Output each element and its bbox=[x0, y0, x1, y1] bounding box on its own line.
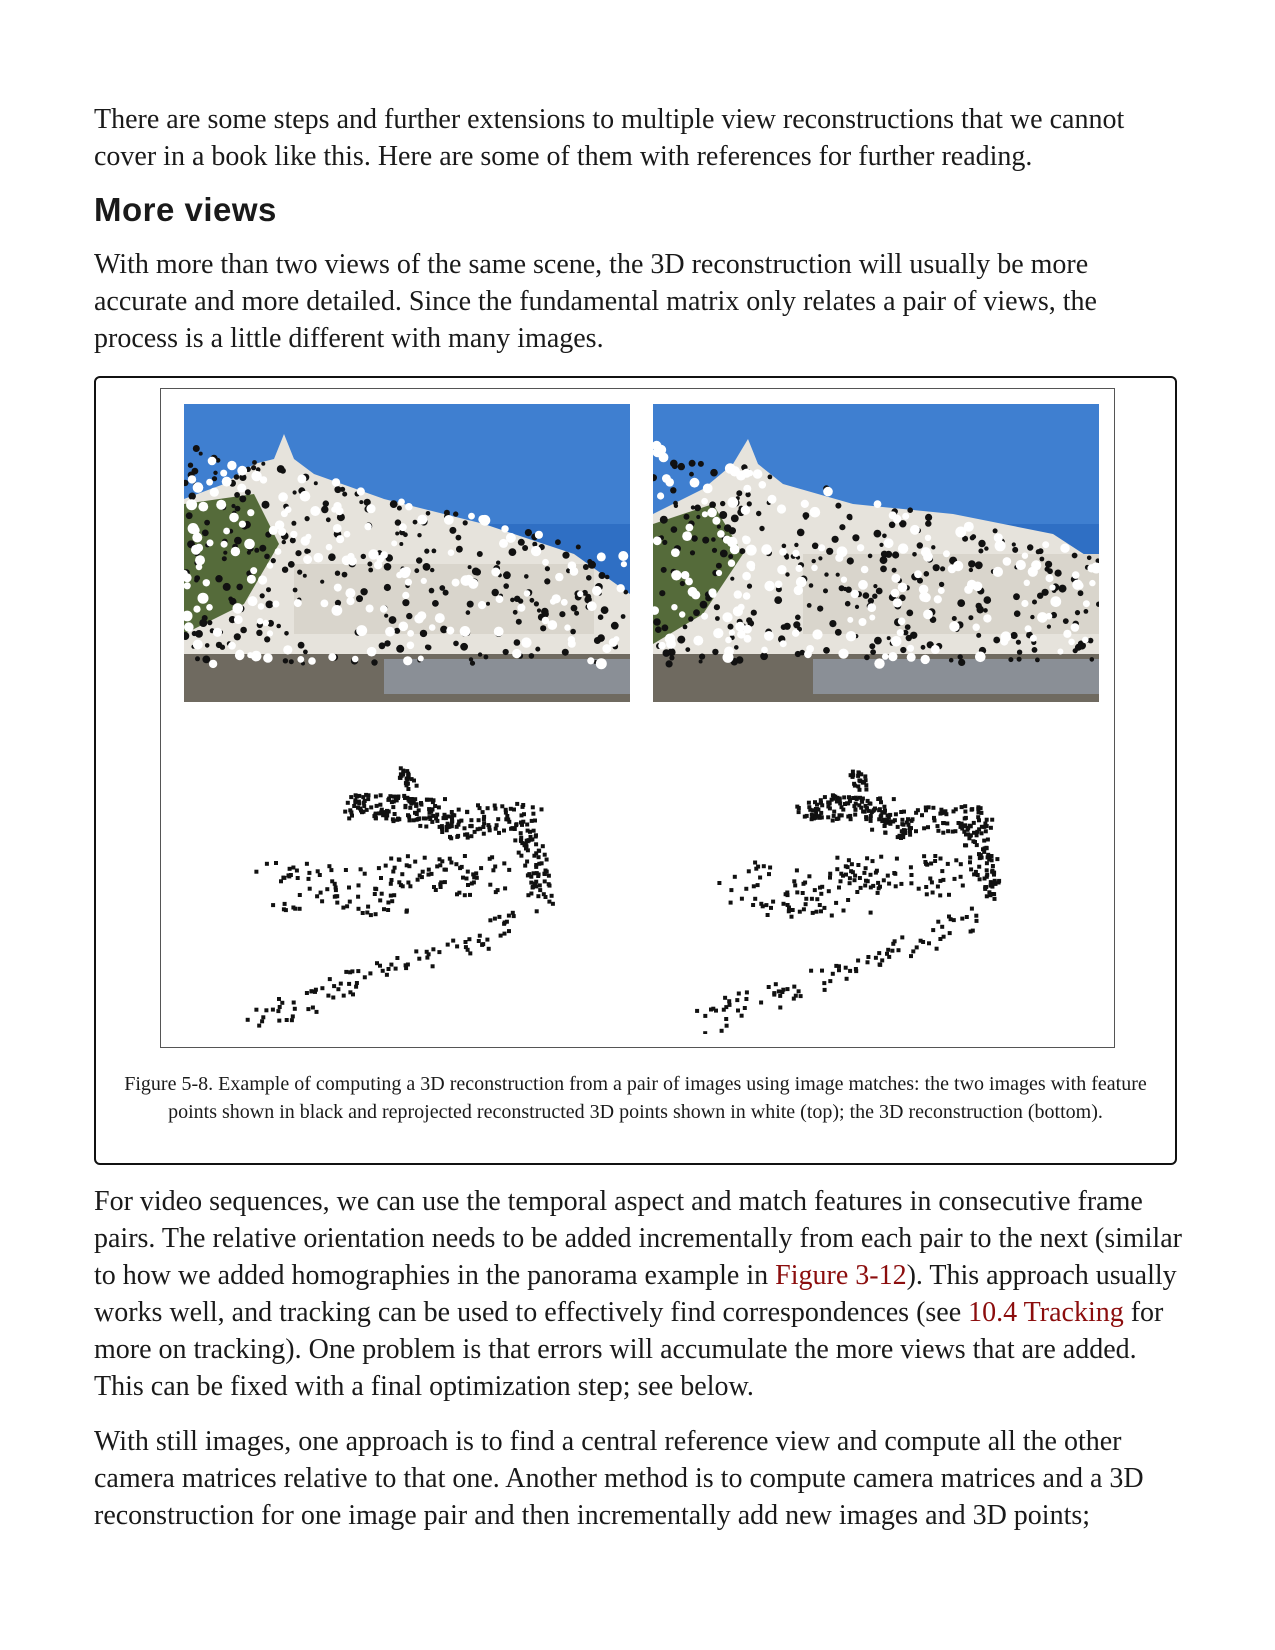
point-cloud-right bbox=[695, 769, 1002, 1034]
photo-left bbox=[184, 404, 630, 702]
more-views-paragraph: With more than two views of the same sce… bbox=[94, 249, 1097, 354]
figure-3-12-link[interactable]: Figure 3-12 bbox=[775, 1260, 906, 1291]
figure-box: Figure 5-8. Example of computing a 3D re… bbox=[94, 376, 1177, 1165]
figure-caption: Figure 5-8. Example of computing a 3D re… bbox=[124, 1073, 1147, 1123]
still-images-paragraph: With still images, one approach is to fi… bbox=[94, 1426, 1144, 1531]
point-cloud-left bbox=[245, 766, 555, 1028]
photo-right bbox=[653, 404, 1099, 702]
intro-paragraph: There are some steps and further extensi… bbox=[94, 104, 1125, 172]
section-heading: More views bbox=[94, 191, 277, 228]
video-paragraph: For video sequences, we can use the temp… bbox=[94, 1183, 1184, 1405]
figure-image-panel bbox=[160, 388, 1115, 1048]
tracking-link[interactable]: 10.4 Tracking bbox=[968, 1297, 1124, 1328]
